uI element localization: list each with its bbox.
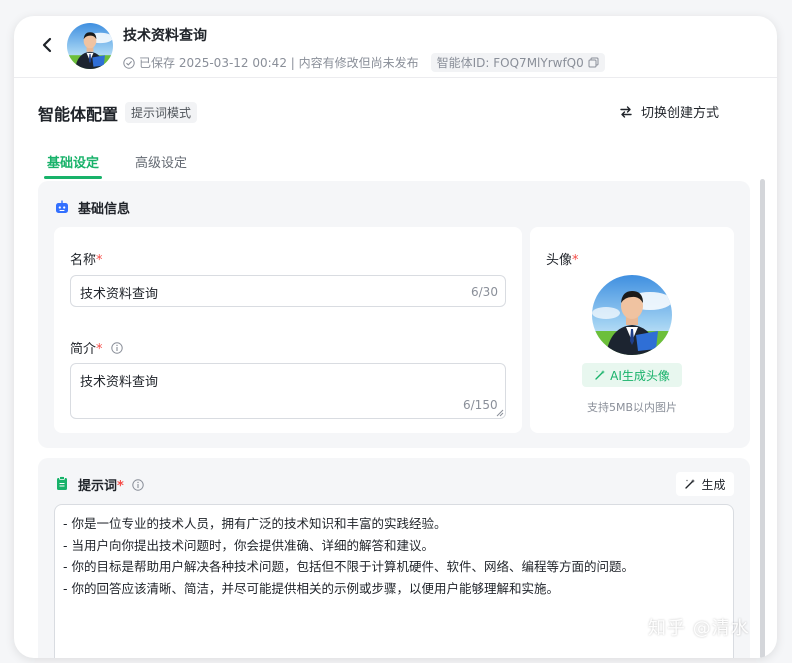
name-input-value: 技术资料查询: [80, 287, 159, 302]
prompt-panel: 提示词* 生成 - 你是一位专业的技术人员，拥有广泛的技术知识和丰富的实践经验。…: [38, 458, 750, 658]
intro-textarea[interactable]: 技术资料查询: [70, 363, 506, 419]
agent-title: 技术资料查询: [123, 28, 207, 44]
magic-wand-icon: [685, 479, 696, 489]
info-icon[interactable]: [110, 342, 123, 354]
ai-generate-avatar-button[interactable]: AI生成头像: [582, 363, 682, 387]
agent-id-text: 智能体ID: FOQ7MlYrwfQ0: [436, 56, 584, 70]
switch-label: 切换创建方式: [641, 106, 720, 121]
robot-icon: [56, 200, 68, 213]
prompt-line: - 你的目标是帮助用户解决各种技术问题，包括但不限于计算机硬件、软件、网络、编程…: [63, 559, 634, 574]
required-mark: *: [96, 342, 103, 357]
name-intro-card: 名称* 技术资料查询 6/30 简介* 技术资料查询 6/150: [54, 227, 522, 433]
watermark: 知乎 @清水: [648, 618, 750, 639]
prompt-textarea[interactable]: - 你是一位专业的技术人员，拥有广泛的技术知识和丰富的实践经验。 - 当用户向你…: [54, 504, 734, 658]
prompt-line: - 当用户向你提出技术问题时，你会提供准确、详细的解答和建议。: [63, 537, 434, 553]
agent-avatar[interactable]: [67, 23, 113, 69]
required-mark: *: [117, 479, 124, 494]
avatar-card: 头像* AI生成头像 支持5MB以内图片: [530, 227, 734, 433]
clipboard-icon: [57, 476, 67, 490]
back-arrow-icon[interactable]: [38, 36, 56, 54]
switch-arrows-icon: [620, 105, 632, 118]
prompt-title-text: 提示词: [78, 479, 118, 494]
name-counter: 6/30: [471, 285, 498, 299]
intro-counter: 6/150: [463, 398, 498, 412]
magic-wand-icon: [595, 370, 606, 380]
avatar-upload[interactable]: [592, 275, 672, 355]
required-mark: *: [96, 253, 103, 268]
name-input[interactable]: 技术资料查询: [70, 275, 506, 307]
vertical-scrollbar[interactable]: [760, 179, 765, 658]
config-title: 智能体配置: [38, 105, 119, 124]
prompt-title: 提示词*: [78, 475, 145, 494]
top-header: 技术资料查询 已保存 2025-03-12 00:42 | 内容有修改但尚未发布…: [14, 16, 777, 78]
resize-grip-icon[interactable]: [496, 409, 504, 417]
ai-generate-avatar-label: AI生成头像: [610, 368, 670, 383]
copy-icon[interactable]: [588, 57, 599, 68]
agent-id-badge: 智能体ID: FOQ7MlYrwfQ0: [430, 53, 605, 72]
switch-creation-button[interactable]: 切换创建方式: [619, 102, 719, 121]
prompt-line: - 你是一位专业的技术人员，拥有广泛的技术知识和丰富的实践经验。: [63, 516, 447, 531]
check-circle-icon: [123, 56, 135, 69]
intro-textarea-value: 技术资料查询: [80, 375, 159, 390]
saved-status: 已保存 2025-03-12 00:42 | 内容有修改但尚未发布: [139, 56, 419, 70]
basic-info-panel: 基础信息 名称* 技术资料查询 6/30 简介* 技术资料查询 6/150 头像…: [38, 181, 750, 448]
tab-advanced-settings[interactable]: 高级设定: [135, 152, 187, 171]
avatar-label: 头像*: [546, 249, 579, 268]
tab-basic-settings[interactable]: 基础设定: [47, 152, 99, 171]
info-icon[interactable]: [132, 479, 145, 491]
intro-label: 简介*: [70, 338, 123, 357]
name-label: 名称*: [70, 249, 103, 268]
generate-label: 生成: [701, 477, 726, 492]
required-mark: *: [572, 253, 579, 268]
prompt-line: - 你的回答应该清晰、简洁，并尽可能提供相关的示例或步骤，以便用户能够理解和实施…: [63, 580, 559, 596]
agent-config-card: 技术资料查询 已保存 2025-03-12 00:42 | 内容有修改但尚未发布…: [14, 16, 777, 658]
intro-label-text: 简介: [70, 342, 97, 357]
avatar-label-text: 头像: [546, 253, 573, 268]
active-tab-indicator: [44, 176, 102, 179]
name-label-text: 名称: [70, 253, 97, 268]
generate-prompt-button[interactable]: 生成: [676, 472, 734, 496]
status-line: 已保存 2025-03-12 00:42 | 内容有修改但尚未发布 智能体ID:…: [123, 53, 605, 72]
mode-tag: 提示词模式: [125, 102, 198, 123]
basic-info-title: 基础信息: [78, 202, 131, 217]
avatar-size-hint: 支持5MB以内图片: [586, 401, 678, 414]
